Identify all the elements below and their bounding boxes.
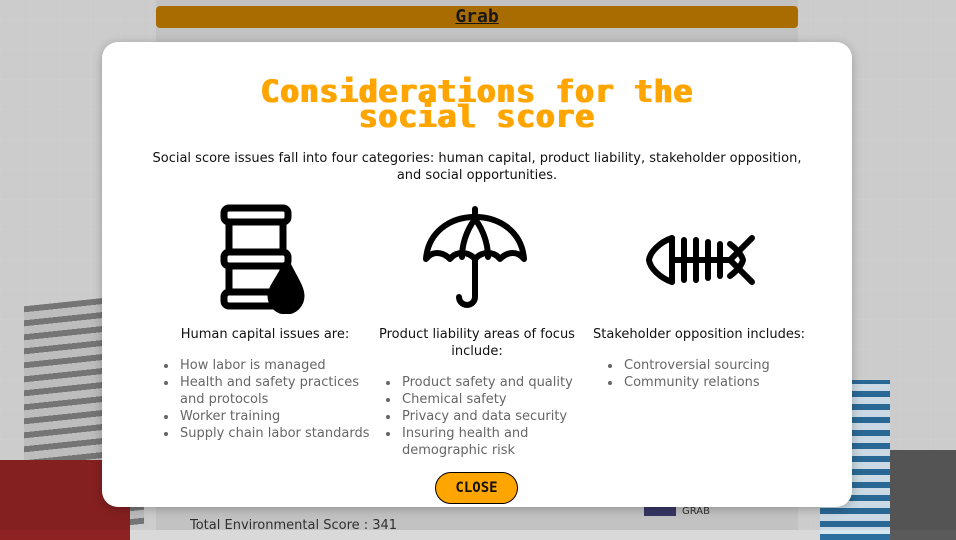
list-item: Supply chain labor standards bbox=[178, 425, 383, 442]
list-product-liability: Product safety and quality Chemical safe… bbox=[382, 374, 600, 459]
umbrella-icon bbox=[423, 206, 527, 308]
list-stakeholder-opposition: Controversial sourcing Community relatio… bbox=[604, 357, 822, 391]
close-button[interactable]: CLOSE bbox=[435, 472, 518, 504]
modal-title: Considerations for the social score bbox=[102, 77, 852, 133]
list-item: Worker training bbox=[178, 408, 383, 425]
list-item: Product safety and quality bbox=[400, 374, 600, 391]
oil-barrel-icon bbox=[220, 204, 305, 314]
list-human-capital: How labor is managed Health and safety p… bbox=[160, 357, 383, 442]
modal-intro: Social score issues fall into four categ… bbox=[152, 151, 802, 183]
list-item: Chemical safety bbox=[400, 391, 600, 408]
social-score-modal: Considerations for the social score Soci… bbox=[102, 42, 852, 507]
modal-title-line2: social score bbox=[359, 99, 595, 135]
fish-bone-icon bbox=[646, 235, 755, 285]
list-item: Insuring health and demographic risk bbox=[400, 425, 600, 459]
list-item: Community relations bbox=[622, 374, 822, 391]
list-item: How labor is managed bbox=[178, 357, 383, 374]
column-heading-stakeholder-opposition: Stakeholder opposition includes: bbox=[593, 327, 805, 342]
list-item: Health and safety practices and protocol… bbox=[178, 374, 383, 408]
list-item: Controversial sourcing bbox=[622, 357, 822, 374]
column-heading-product-liability: Product liability areas of focus include… bbox=[379, 327, 575, 359]
list-item: Privacy and data security bbox=[400, 408, 600, 425]
column-heading-human-capital: Human capital issues are: bbox=[180, 327, 350, 342]
